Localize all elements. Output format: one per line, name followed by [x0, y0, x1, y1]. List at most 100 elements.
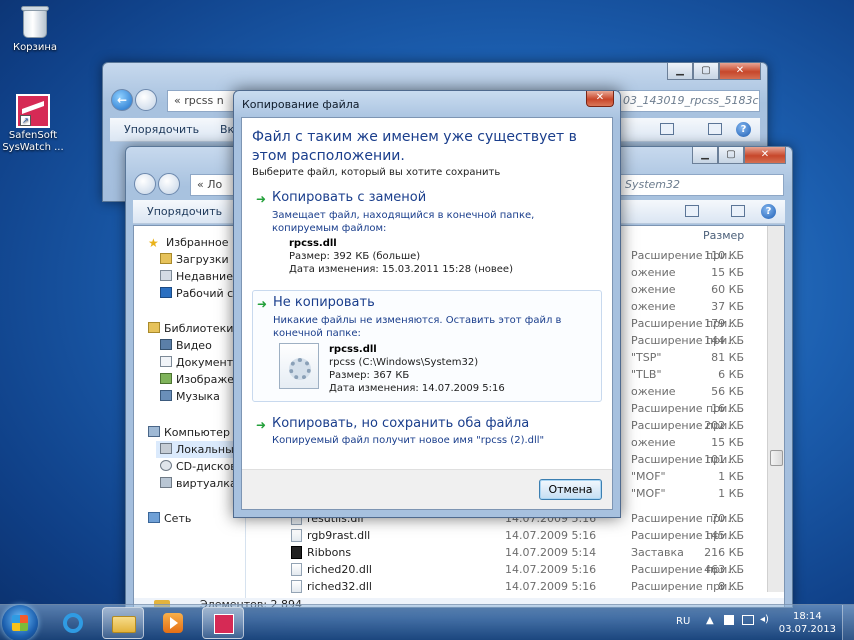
option-copy-replace[interactable]: ➜ Копировать с заменой Замещает файл, на…: [252, 188, 602, 280]
file-name: rpcss.dll: [289, 238, 337, 249]
file-size: 110 КБ: [704, 249, 744, 262]
table-row[interactable]: riched20.dll 14.07.2009 5:16 Расширение …: [247, 561, 784, 578]
flag-icon[interactable]: [724, 615, 734, 625]
dialog-body: Файл с таким же именем уже существует в …: [241, 117, 613, 510]
nav-item-favorites[interactable]: ★ Избранное: [148, 234, 228, 251]
help-icon[interactable]: ?: [736, 122, 751, 137]
dialog-footer: Отмена: [242, 469, 612, 509]
help-icon[interactable]: ?: [761, 204, 776, 219]
maximize-button[interactable]: ▢: [693, 63, 719, 80]
nav-item-label: Загрузки: [176, 253, 229, 266]
file-type: "TLB": [631, 368, 662, 381]
organize-menu[interactable]: Упорядочить: [124, 123, 199, 136]
organize-menu[interactable]: Упорядочить: [147, 205, 222, 218]
search-input[interactable]: 03_143019_rpcss_5183c9fb...: [618, 90, 760, 112]
network-icon: [148, 512, 160, 523]
nav-item-documents[interactable]: Документы: [160, 354, 242, 371]
vertical-scrollbar[interactable]: [767, 226, 784, 592]
option-skip[interactable]: ➜ Не копировать Никакие файлы не изменяю…: [252, 290, 602, 402]
table-row[interactable]: Ribbons 14.07.2009 5:14 Заставка 216 КБ: [247, 544, 784, 561]
search-input[interactable]: System32: [620, 174, 784, 196]
file-size: Размер: 367 КБ: [329, 370, 410, 381]
nav-item-music[interactable]: Музыка: [160, 388, 220, 405]
volume-icon[interactable]: ◂): [760, 614, 769, 625]
forward-button[interactable]: [158, 173, 180, 195]
view-options-icon[interactable]: [685, 205, 699, 217]
computer-icon: [148, 426, 160, 437]
taskbar-safensoft[interactable]: [202, 607, 244, 639]
dialog-subheading: Выберите файл, который вы хотите сохрани…: [252, 167, 501, 178]
tray-expand-icon[interactable]: ▲: [706, 615, 714, 626]
minimize-button[interactable]: ▁: [667, 63, 693, 80]
dialog-close-button[interactable]: ✕: [586, 91, 614, 107]
desktop-icon-safensoft[interactable]: ↗ SafenSoft SysWatch ...: [0, 94, 68, 154]
file-type: ожение: [631, 300, 676, 313]
clock-time: 18:14: [792, 611, 822, 622]
maximize-button[interactable]: ▢: [718, 147, 744, 164]
nav-item-downloads[interactable]: Загрузки: [160, 251, 229, 268]
taskbar-internet-explorer[interactable]: [52, 607, 94, 639]
nav-item-libraries[interactable]: Библиотеки: [148, 320, 233, 337]
file-size: 179 КБ: [704, 317, 744, 330]
file-modified: Дата изменения: 15.03.2011 15:28 (новее): [289, 264, 513, 275]
clock-date: 03.07.2013: [778, 624, 836, 635]
preview-pane-icon[interactable]: [731, 205, 745, 217]
nav-item-video[interactable]: Видео: [160, 337, 212, 354]
copy-file-dialog[interactable]: Копирование файла ✕ Файл с таким же имен…: [233, 90, 621, 518]
taskbar: RU ▲ ◂) 18:14 03.07.2013: [0, 604, 854, 640]
file-date: 14.07.2009 5:16: [505, 563, 597, 576]
folder-icon: [112, 616, 136, 633]
file-size: 15 КБ: [711, 266, 744, 279]
screensaver-file-icon: [291, 546, 302, 559]
navigation-pane: ★ Избранное Загрузки Недавние ме Рабочий …: [134, 226, 252, 606]
file-type: "MOF": [631, 487, 666, 500]
green-arrow-icon: ➜: [257, 297, 268, 311]
show-desktop-button[interactable]: [842, 605, 854, 640]
desktop-icon-label: Корзина: [12, 42, 58, 53]
close-button[interactable]: ✕: [719, 63, 761, 80]
file-size: 216 КБ: [704, 546, 744, 559]
cancel-button[interactable]: Отмена: [539, 479, 602, 500]
file-name: riched32.dll: [291, 578, 372, 595]
start-button[interactable]: [2, 605, 38, 640]
nav-item-network[interactable]: Сеть: [148, 510, 191, 527]
address-bar[interactable]: « rpcss n: [167, 90, 237, 112]
local-disk-icon: [160, 443, 172, 454]
file-size: 15 КБ: [711, 436, 744, 449]
taskbar-explorer[interactable]: [102, 607, 144, 639]
dialog-title: Копирование файла: [242, 98, 360, 111]
file-modified: Дата изменения: 14.07.2009 5:16: [329, 383, 505, 394]
close-button[interactable]: ✕: [744, 147, 786, 164]
cd-drive-icon: [160, 460, 172, 471]
view-options-icon[interactable]: [660, 123, 674, 135]
back-button[interactable]: ←: [111, 89, 133, 111]
taskbar-media-player[interactable]: [152, 607, 194, 639]
preview-pane-icon[interactable]: [708, 123, 722, 135]
desktop-icon: [160, 287, 172, 298]
minimize-button[interactable]: ▁: [692, 147, 718, 164]
file-type: Заставка: [631, 546, 684, 559]
clock[interactable]: 18:14 03.07.2013: [779, 610, 836, 636]
table-row[interactable]: riched32.dll 14.07.2009 5:16 Расширение …: [247, 578, 784, 595]
forward-button[interactable]: [135, 89, 157, 111]
column-header-size[interactable]: Размер: [703, 229, 744, 242]
desktop-icon-recycle-bin[interactable]: Корзина: [0, 4, 70, 54]
file-type: "MOF": [631, 470, 666, 483]
file-name: rgb9rast.dll: [291, 527, 370, 544]
pictures-icon: [160, 373, 172, 384]
file-size: 145 КБ: [704, 529, 744, 542]
file-name: rpcss.dll: [329, 344, 377, 355]
language-indicator[interactable]: RU: [676, 616, 690, 627]
scrollbar-thumb[interactable]: [770, 450, 783, 466]
option-keep-both[interactable]: ➜ Копировать, но сохранить оба файла Коп…: [252, 414, 602, 454]
table-row[interactable]: rgb9rast.dll 14.07.2009 5:16 Расширение …: [247, 527, 784, 544]
dll-file-large-icon: [279, 343, 319, 389]
network-drive-icon: [160, 477, 172, 488]
safensoft-icon: [214, 614, 234, 634]
nav-item-computer[interactable]: Компьютер: [148, 424, 230, 441]
network-tray-icon[interactable]: [742, 615, 754, 625]
option-description: Никакие файлы не изменяются. Оставить эт…: [273, 315, 562, 339]
music-icon: [160, 390, 172, 401]
file-name-text: riched32.dll: [307, 580, 372, 593]
back-button[interactable]: [134, 173, 156, 195]
